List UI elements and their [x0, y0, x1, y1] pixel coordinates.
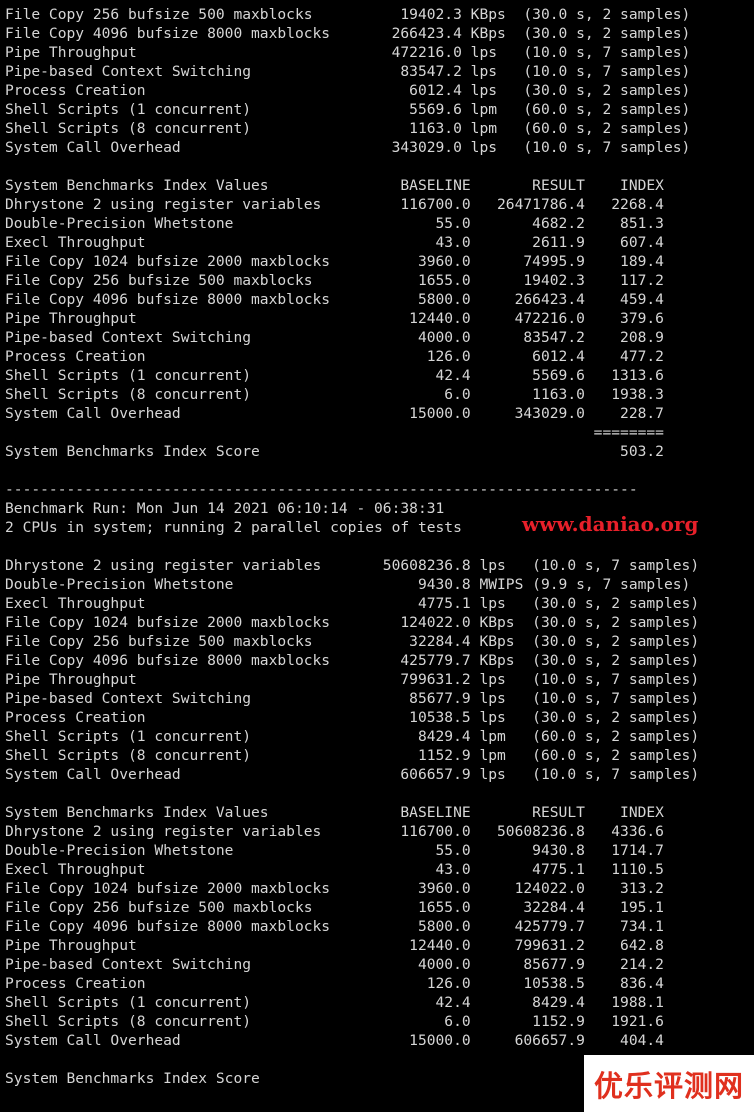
- terminal-line: File Copy 256 bufsize 500 maxblocks 3228…: [5, 633, 700, 650]
- terminal-line: Pipe-based Context Switching 85677.9 lps…: [5, 690, 700, 707]
- terminal-window[interactable]: File Copy 256 bufsize 500 maxblocks 1940…: [0, 0, 754, 1112]
- terminal-line: File Copy 256 bufsize 500 maxblocks 1655…: [5, 272, 664, 289]
- terminal-line: File Copy 1024 bufsize 2000 maxblocks 12…: [5, 614, 700, 631]
- logo-watermark: 优乐评测网: [584, 1055, 754, 1112]
- terminal-line: Shell Scripts (1 concurrent) 5569.6 lpm …: [5, 101, 691, 118]
- terminal-line: Process Creation 10538.5 lps (30.0 s, 2 …: [5, 709, 700, 726]
- terminal-output: File Copy 256 bufsize 500 maxblocks 1940…: [5, 5, 699, 1088]
- terminal-line: System Call Overhead 15000.0 606657.9 40…: [5, 1032, 664, 1049]
- terminal-line: Process Creation 126.0 6012.4 477.2: [5, 348, 664, 365]
- terminal-line: Dhrystone 2 using register variables 116…: [5, 196, 664, 213]
- terminal-line: File Copy 256 bufsize 500 maxblocks 1655…: [5, 899, 664, 916]
- terminal-line: System Benchmarks Index Values BASELINE …: [5, 177, 664, 194]
- terminal-line: Shell Scripts (1 concurrent) 42.4 8429.4…: [5, 994, 664, 1011]
- terminal-line: Shell Scripts (8 concurrent) 1152.9 lpm …: [5, 747, 700, 764]
- terminal-line: System Benchmarks Index Values BASELINE …: [5, 804, 664, 821]
- terminal-line: Pipe Throughput 12440.0 799631.2 642.8: [5, 937, 664, 954]
- terminal-line: Double-Precision Whetstone 55.0 9430.8 1…: [5, 842, 664, 859]
- terminal-line: Execl Throughput 43.0 4775.1 1110.5: [5, 861, 664, 878]
- terminal-line: System Call Overhead 343029.0 lps (10.0 …: [5, 139, 691, 156]
- terminal-line: Process Creation 126.0 10538.5 836.4: [5, 975, 664, 992]
- terminal-line: ========: [5, 424, 664, 441]
- terminal-line: File Copy 4096 bufsize 8000 maxblocks 58…: [5, 291, 664, 308]
- terminal-line: Execl Throughput 43.0 2611.9 607.4: [5, 234, 664, 251]
- terminal-line: Shell Scripts (8 concurrent) 6.0 1163.0 …: [5, 386, 664, 403]
- terminal-line: Pipe Throughput 472216.0 lps (10.0 s, 7 …: [5, 44, 691, 61]
- terminal-line: Shell Scripts (8 concurrent) 6.0 1152.9 …: [5, 1013, 664, 1030]
- terminal-line: Dhrystone 2 using register variables 116…: [5, 823, 664, 840]
- terminal-line: Pipe Throughput 799631.2 lps (10.0 s, 7 …: [5, 671, 700, 688]
- terminal-line: Shell Scripts (1 concurrent) 42.4 5569.6…: [5, 367, 664, 384]
- terminal-line: File Copy 256 bufsize 500 maxblocks 1940…: [5, 6, 691, 23]
- terminal-line: File Copy 1024 bufsize 2000 maxblocks 39…: [5, 253, 664, 270]
- terminal-line: System Call Overhead 606657.9 lps (10.0 …: [5, 766, 700, 783]
- terminal-line: Pipe-based Context Switching 4000.0 8567…: [5, 956, 664, 973]
- terminal-line: Double-Precision Whetstone 9430.8 MWIPS …: [5, 576, 691, 593]
- terminal-line: File Copy 1024 bufsize 2000 maxblocks 39…: [5, 880, 664, 897]
- logo-watermark-text: 优乐评测网: [593, 1068, 744, 1103]
- terminal-line: Process Creation 6012.4 lps (30.0 s, 2 s…: [5, 82, 691, 99]
- terminal-line: File Copy 4096 bufsize 8000 maxblocks 58…: [5, 918, 664, 935]
- terminal-line: ----------------------------------------…: [5, 481, 638, 498]
- terminal-line: System Call Overhead 15000.0 343029.0 22…: [5, 405, 664, 422]
- terminal-line: Pipe Throughput 12440.0 472216.0 379.6: [5, 310, 664, 327]
- terminal-line: File Copy 4096 bufsize 8000 maxblocks 42…: [5, 652, 700, 669]
- terminal-line: System Benchmarks Index Score 503.2: [5, 443, 664, 460]
- terminal-line: Pipe-based Context Switching 83547.2 lps…: [5, 63, 691, 80]
- terminal-line: Execl Throughput 4775.1 lps (30.0 s, 2 s…: [5, 595, 700, 612]
- terminal-line: Dhrystone 2 using register variables 506…: [5, 557, 700, 574]
- terminal-line: Shell Scripts (1 concurrent) 8429.4 lpm …: [5, 728, 700, 745]
- terminal-line: Shell Scripts (8 concurrent) 1163.0 lpm …: [5, 120, 691, 137]
- terminal-line: File Copy 4096 bufsize 8000 maxblocks 26…: [5, 25, 691, 42]
- site-watermark: www.daniao.org: [522, 512, 699, 536]
- terminal-line: Double-Precision Whetstone 55.0 4682.2 8…: [5, 215, 664, 232]
- terminal-line: Pipe-based Context Switching 4000.0 8354…: [5, 329, 664, 346]
